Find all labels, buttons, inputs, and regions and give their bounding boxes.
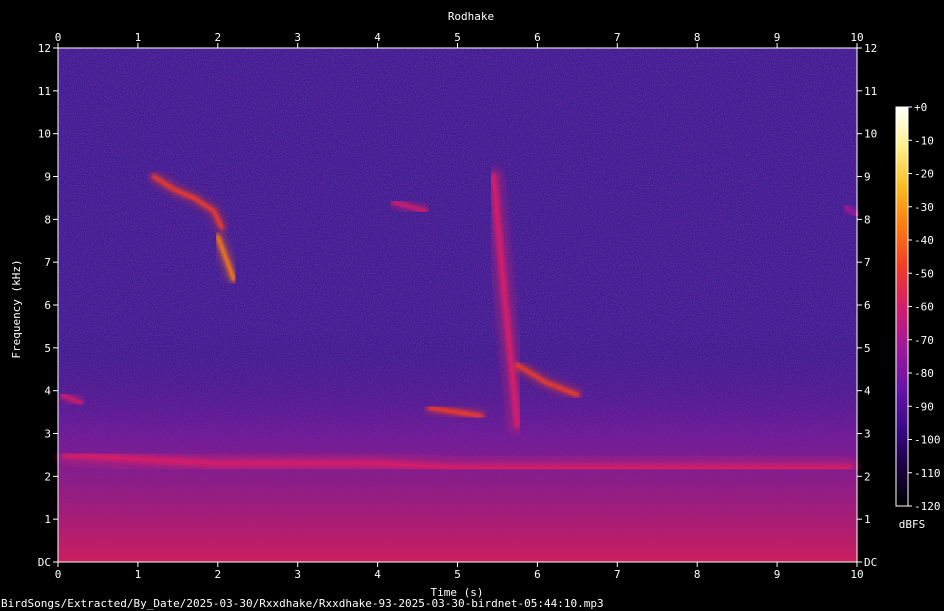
x-tick-label-top: 0 bbox=[55, 31, 62, 44]
colorbar-tick-label: -30 bbox=[914, 201, 934, 214]
y-tick-label-right: 11 bbox=[864, 85, 877, 98]
colorbar-tick-label: -40 bbox=[914, 234, 934, 247]
y-axis-left: DC123456789101112 bbox=[38, 42, 58, 569]
y-tick-label-left: 9 bbox=[44, 171, 51, 184]
y-tick-label-left: DC bbox=[38, 556, 51, 569]
colorbar-tick-label: -20 bbox=[914, 168, 934, 181]
colorbar-ticks: +0 -10 -20 -30 -40 -50 -60 -70 -80 -90 -100 -110 -12… bbox=[908, 101, 941, 513]
x-tick-label-top: 9 bbox=[774, 31, 781, 44]
y-tick-label-left: 1 bbox=[44, 513, 51, 526]
colorbar-tick-label: -120 bbox=[914, 500, 941, 513]
x-tick-label-top: 3 bbox=[294, 31, 301, 44]
colorbar: +0 -10 -20 -30 -40 -50 -60 -70 -80 -90 -100 -110 -12… bbox=[895, 101, 941, 531]
x-tick-label-top: 6 bbox=[534, 31, 541, 44]
x-tick-label-top: 10 bbox=[850, 31, 863, 44]
colorbar-tick-label: +0 bbox=[914, 101, 927, 114]
y-tick-label-right: 5 bbox=[864, 342, 871, 355]
colorbar-tick-label: -80 bbox=[914, 367, 934, 380]
y-tick-label-right: 12 bbox=[864, 42, 877, 55]
x-tick-label-bottom: 9 bbox=[774, 568, 781, 581]
colorbar-tick-label: -60 bbox=[914, 301, 934, 314]
y-tick-label-right: 9 bbox=[864, 171, 871, 184]
y-tick-label-right: 7 bbox=[864, 256, 871, 269]
spectrogram-chart: Rodhake 0 1 2 3 4 5 6 7 8 9 10 0 1 2 3 4 5 6 7 8 9 10 DC1234… bbox=[1, 10, 941, 610]
y-tick-label-right: 6 bbox=[864, 299, 871, 312]
x-axis-bottom: 0 1 2 3 4 5 6 7 8 9 10 bbox=[55, 562, 864, 581]
x-tick-label-top: 8 bbox=[694, 31, 701, 44]
colorbar-label: dBFS bbox=[899, 518, 926, 531]
y-tick-label-right: 4 bbox=[864, 385, 871, 398]
colorbar-tick-label: -70 bbox=[914, 334, 934, 347]
x-tick-label-bottom: 1 bbox=[135, 568, 142, 581]
y-tick-label-right: DC bbox=[864, 556, 877, 569]
low-frequency-energy bbox=[58, 330, 857, 562]
x-tick-label-bottom: 8 bbox=[694, 568, 701, 581]
colorbar-tick-label: -50 bbox=[914, 267, 934, 280]
colorbar-tick-label: -100 bbox=[914, 434, 941, 447]
colorbar-gradient bbox=[895, 106, 909, 507]
file-path: BirdSongs/Extracted/By_Date/2025-03-30/R… bbox=[1, 597, 604, 610]
y-tick-label-left: 3 bbox=[44, 428, 51, 441]
y-tick-label-left: 6 bbox=[44, 299, 51, 312]
y-tick-label-right: 2 bbox=[864, 470, 871, 483]
y-tick-label-left: 10 bbox=[38, 128, 51, 141]
y-tick-label-right: 1 bbox=[864, 513, 871, 526]
x-tick-label-bottom: 10 bbox=[850, 568, 863, 581]
x-tick-label-top: 1 bbox=[135, 31, 142, 44]
x-tick-label-bottom: 7 bbox=[614, 568, 621, 581]
y-tick-label-left: 7 bbox=[44, 256, 51, 269]
x-axis-top: 0 1 2 3 4 5 6 7 8 9 10 bbox=[55, 31, 864, 48]
y-axis-label: Frequency (kHz) bbox=[10, 259, 23, 358]
y-tick-label-left: 4 bbox=[44, 385, 51, 398]
y-tick-label-left: 12 bbox=[38, 42, 51, 55]
y-tick-label-left: 11 bbox=[38, 85, 51, 98]
x-tick-label-top: 7 bbox=[614, 31, 621, 44]
colorbar-tick-label: -110 bbox=[914, 467, 941, 480]
plot-area bbox=[57, 47, 862, 563]
chart-title: Rodhake bbox=[448, 10, 494, 23]
colorbar-tick-label: -10 bbox=[914, 134, 934, 147]
x-tick-label-bottom: 6 bbox=[534, 568, 541, 581]
x-tick-label-top: 4 bbox=[374, 31, 381, 44]
feature-right-edge-note bbox=[840, 201, 862, 221]
x-tick-label-bottom: 4 bbox=[374, 568, 381, 581]
x-tick-label-top: 5 bbox=[454, 31, 461, 44]
y-tick-label-right: 3 bbox=[864, 428, 871, 441]
x-tick-label-bottom: 0 bbox=[55, 568, 62, 581]
y-tick-label-left: 2 bbox=[44, 470, 51, 483]
colorbar-tick-label: -90 bbox=[914, 400, 934, 413]
x-tick-label-bottom: 3 bbox=[294, 568, 301, 581]
y-tick-label-right: 10 bbox=[864, 128, 877, 141]
x-tick-label-bottom: 5 bbox=[454, 568, 461, 581]
y-tick-label-left: 5 bbox=[44, 342, 51, 355]
y-axis-right: DC123456789101112 bbox=[857, 42, 877, 569]
x-tick-label-top: 2 bbox=[214, 31, 221, 44]
y-tick-label-right: 8 bbox=[864, 213, 871, 226]
y-tick-label-left: 8 bbox=[44, 213, 51, 226]
x-tick-label-bottom: 2 bbox=[214, 568, 221, 581]
